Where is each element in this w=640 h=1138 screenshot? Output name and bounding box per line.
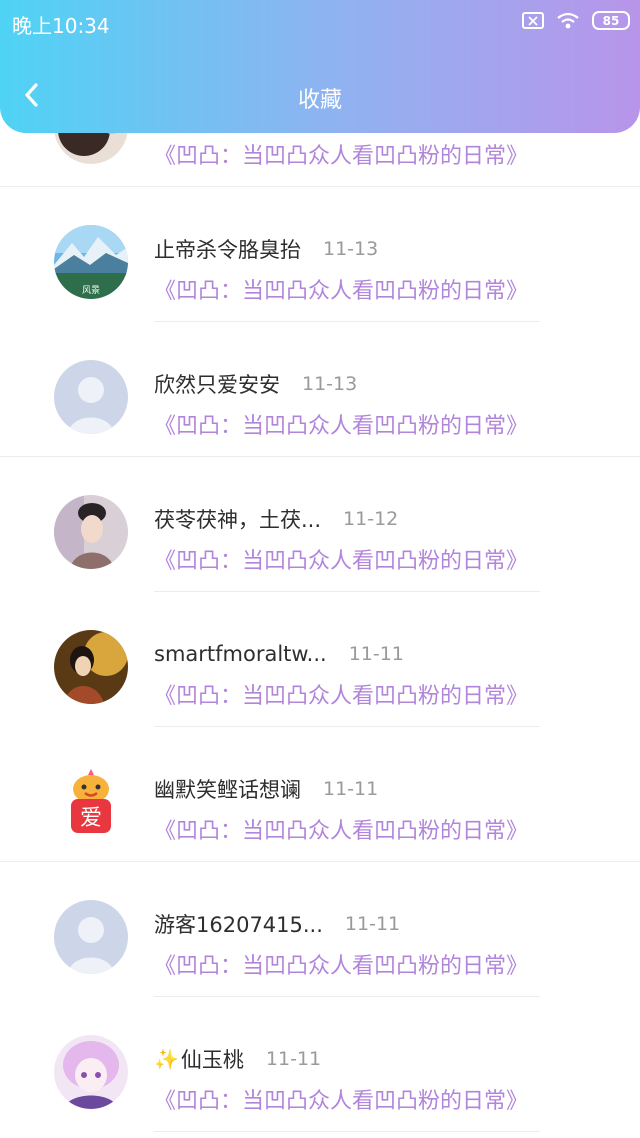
- username[interactable]: 仙玉桃: [181, 1044, 244, 1074]
- logo-text: 爱: [80, 806, 102, 831]
- list-item[interactable]: smartfmoraltw... 11-11 《凹凸：当凹凸众人看凹凸粉的日常》: [0, 592, 640, 727]
- default-avatar-icon[interactable]: [54, 360, 128, 434]
- sim-card-icon: [522, 12, 544, 29]
- favorite-work-title[interactable]: 《凹凸：当凹凸众人看凹凸粉的日常》: [154, 948, 528, 980]
- username[interactable]: smartfmoraltw...: [154, 642, 327, 666]
- sparkle-icon: ✨: [154, 1047, 179, 1071]
- divider: [154, 1131, 540, 1132]
- list-item[interactable]: 游客16207415... 11-11 《凹凸：当凹凸众人看凹凸粉的日常》: [0, 862, 640, 997]
- username[interactable]: 茯苓茯神，土茯...: [154, 504, 321, 534]
- username[interactable]: 幽默笑鲣话想谰: [154, 774, 301, 804]
- favorite-work-title[interactable]: 《凹凸：当凹凸众人看凹凸粉的日常》: [154, 138, 528, 170]
- favorite-work-title[interactable]: 《凹凸：当凹凸众人看凹凸粉的日常》: [154, 543, 528, 575]
- avatar[interactable]: [54, 630, 128, 704]
- list-item[interactable]: ✨ 仙玉桃 11-11 《凹凸：当凹凸众人看凹凸粉的日常》: [0, 997, 640, 1132]
- favorite-date: 11-11: [348, 643, 404, 665]
- favorites-list: 《凹凸：当凹凸众人看凹凸粉的日常》 风景 止帝杀令胳臭抬 11-13 《凹凸：当…: [0, 0, 640, 1138]
- wifi-icon: [557, 12, 579, 28]
- battery-icon: 85: [592, 11, 630, 30]
- list-item[interactable]: 爱 幽默笑鲣话想谰 11-11 《凹凸：当凹凸众人看凹凸粉的日常》: [0, 727, 640, 862]
- favorite-date: 11-11: [265, 1048, 322, 1070]
- list-item[interactable]: 茯苓茯神，土茯... 11-12 《凹凸：当凹凸众人看凹凸粉的日常》: [0, 457, 640, 592]
- avatar[interactable]: 风景: [54, 225, 128, 299]
- favorite-work-title[interactable]: 《凹凸：当凹凸众人看凹凸粉的日常》: [154, 1083, 528, 1115]
- ai-logo-icon[interactable]: 爱: [54, 765, 128, 839]
- favorite-work-title[interactable]: 《凹凸：当凹凸众人看凹凸粉的日常》: [154, 408, 528, 440]
- default-avatar-icon[interactable]: [54, 900, 128, 974]
- favorite-date: 11-11: [344, 913, 401, 935]
- favorite-date: 11-13: [323, 238, 379, 260]
- list-item[interactable]: 欣然只爱安安 11-13 《凹凸：当凹凸众人看凹凸粉的日常》: [0, 322, 640, 457]
- favorite-work-title[interactable]: 《凹凸：当凹凸众人看凹凸粉的日常》: [154, 813, 528, 845]
- favorite-work-title[interactable]: 《凹凸：当凹凸众人看凹凸粉的日常》: [154, 273, 528, 305]
- top-bar: 晚上10:34 85 收藏: [0, 0, 640, 133]
- username[interactable]: 游客16207415...: [154, 909, 323, 939]
- username[interactable]: 欣然只爱安安: [154, 369, 280, 399]
- status-icons: 85: [522, 11, 630, 30]
- status-time: 晚上10:34: [12, 14, 110, 38]
- favorite-date: 11-11: [323, 778, 379, 800]
- favorite-work-title[interactable]: 《凹凸：当凹凸众人看凹凸粉的日常》: [154, 678, 528, 710]
- username[interactable]: 止帝杀令胳臭抬: [154, 234, 301, 264]
- avatar[interactable]: [54, 495, 128, 569]
- avatar-caption: 风景: [82, 285, 100, 296]
- avatar[interactable]: [54, 1035, 128, 1109]
- list-item[interactable]: 风景 止帝杀令胳臭抬 11-13 《凹凸：当凹凸众人看凹凸粉的日常》: [0, 187, 640, 322]
- favorite-date: 11-12: [343, 508, 399, 530]
- page-title: 收藏: [297, 88, 342, 113]
- favorite-date: 11-13: [302, 373, 358, 395]
